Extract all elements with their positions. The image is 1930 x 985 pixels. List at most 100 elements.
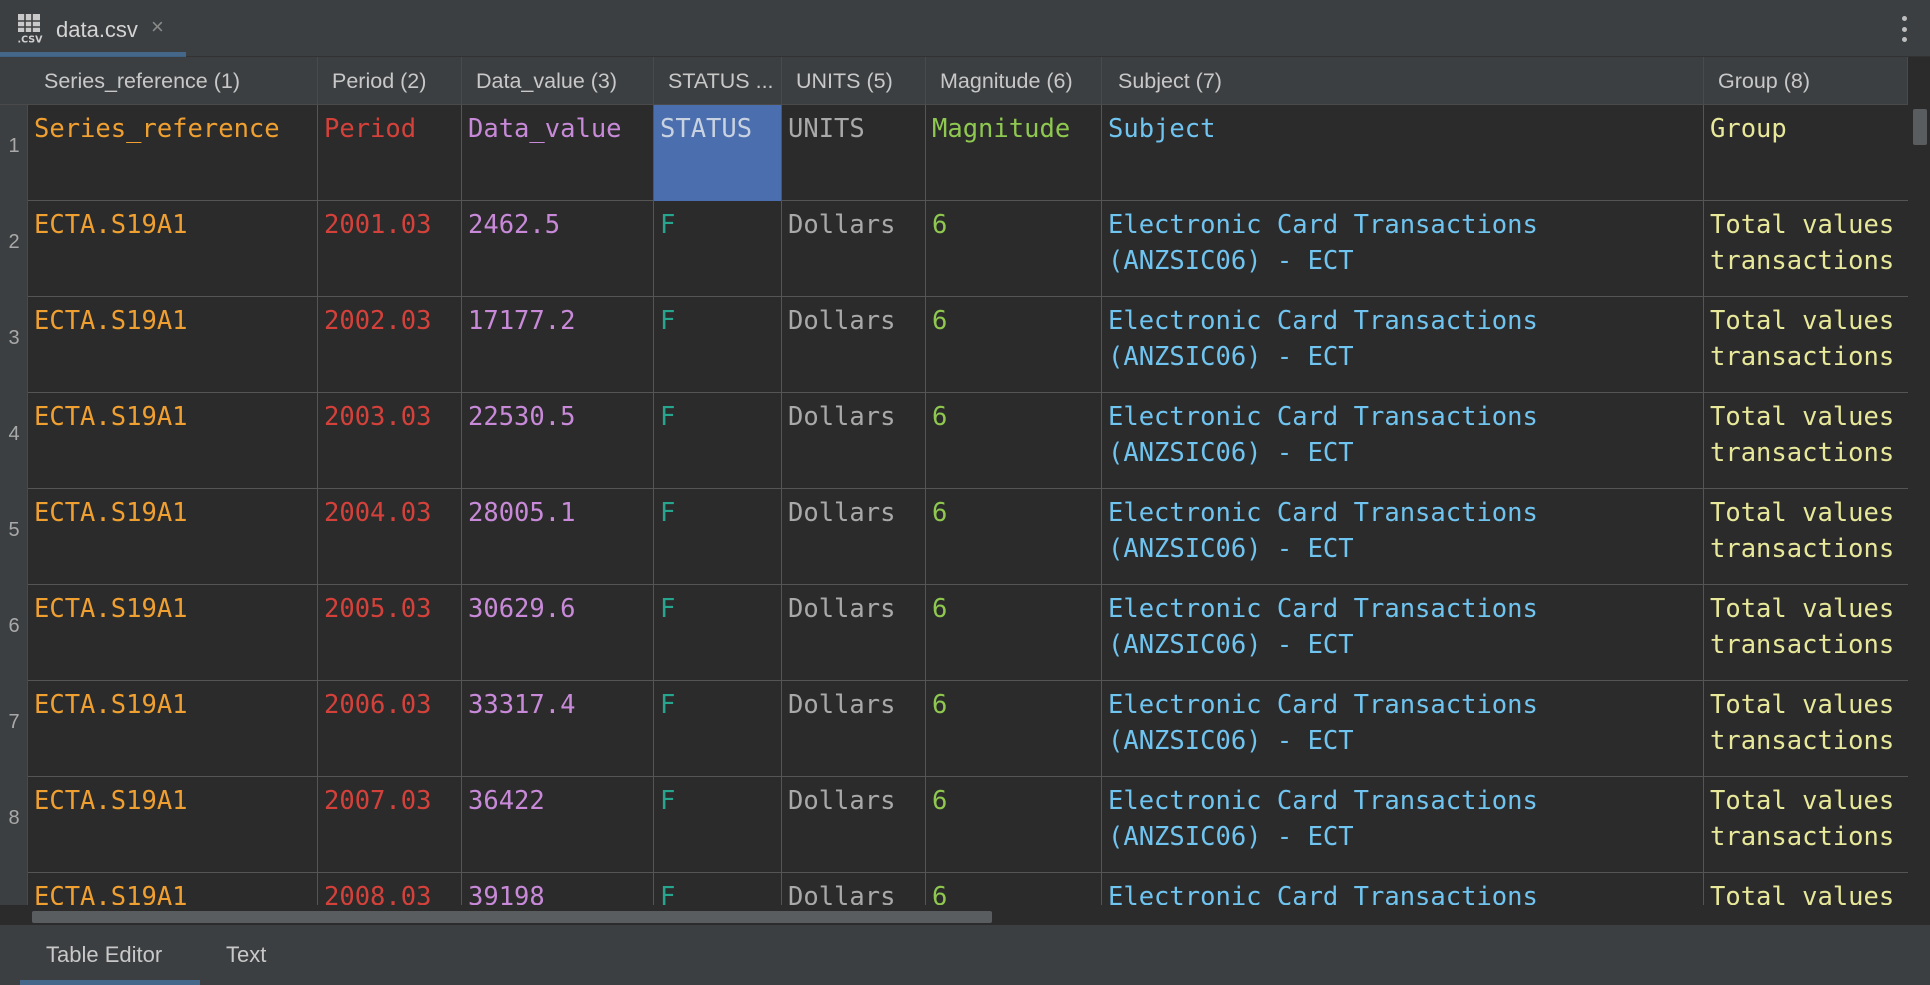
cell-subject[interactable]: Electronic Card Transactions (ANZSIC06) -… (1102, 585, 1704, 681)
cell-data-value[interactable]: 36422 (462, 777, 654, 873)
cell-status[interactable]: F (654, 393, 782, 489)
column-header-group[interactable]: Group (8) (1704, 57, 1908, 105)
cell-group[interactable]: Total values transactions (1704, 777, 1908, 873)
cell-magnitude[interactable]: 6 (926, 297, 1102, 393)
cell-period[interactable]: 2008.03 (318, 873, 462, 905)
cell-status[interactable]: F (654, 873, 782, 905)
cell-group[interactable]: Total values transactions (1704, 681, 1908, 777)
cell-series-reference[interactable]: ECTA.S19A1 (28, 393, 318, 489)
cell-series-reference[interactable]: ECTA.S19A1 (28, 585, 318, 681)
cell-status[interactable]: F (654, 297, 782, 393)
cell-data-value[interactable]: 22530.5 (462, 393, 654, 489)
row-number[interactable]: 6 (0, 615, 28, 638)
table-row[interactable]: ECTA.S19A1 2003.03 22530.5 F Dollars 6 E… (28, 393, 1908, 489)
column-header-status[interactable]: STATUS ... (654, 57, 782, 105)
cell-series-reference[interactable]: ECTA.S19A1 (28, 681, 318, 777)
table-row[interactable]: Series_reference Period Data_value STATU… (28, 105, 1908, 201)
cell-period[interactable]: 2005.03 (318, 585, 462, 681)
cell-subject[interactable]: Electronic Card Transactions (ANZSIC06) -… (1102, 681, 1704, 777)
row-number[interactable]: 8 (0, 807, 28, 830)
table-row[interactable]: ECTA.S19A1 2006.03 33317.4 F Dollars 6 E… (28, 681, 1908, 777)
cell-magnitude[interactable]: 6 (926, 489, 1102, 585)
vertical-scrollbar-thumb[interactable] (1913, 109, 1927, 145)
cell-units[interactable]: Dollars (782, 585, 926, 681)
cell-magnitude[interactable]: 6 (926, 681, 1102, 777)
cell-status[interactable]: F (654, 585, 782, 681)
cell-data-value[interactable]: Data_value (462, 105, 654, 201)
column-header-period[interactable]: Period (2) (318, 57, 462, 105)
cell-group[interactable]: Total values transactions (1704, 393, 1908, 489)
cell-series-reference[interactable]: ECTA.S19A1 (28, 201, 318, 297)
cell-subject[interactable]: Electronic Card Transactions (ANZSIC06) -… (1102, 393, 1704, 489)
column-header-magnitude[interactable]: Magnitude (6) (926, 57, 1102, 105)
cell-group[interactable]: Total values transactions (1704, 489, 1908, 585)
row-number[interactable]: 5 (0, 519, 28, 542)
table-row[interactable]: ECTA.S19A1 2001.03 2462.5 F Dollars 6 El… (28, 201, 1908, 297)
cell-data-value[interactable]: 33317.4 (462, 681, 654, 777)
cell-status[interactable]: F (654, 777, 782, 873)
cell-group[interactable]: Total values transactions (1704, 297, 1908, 393)
cell-data-value[interactable]: 2462.5 (462, 201, 654, 297)
cell-period[interactable]: 2002.03 (318, 297, 462, 393)
row-number[interactable]: 4 (0, 423, 28, 446)
cell-period[interactable]: 2003.03 (318, 393, 462, 489)
more-vertical-icon[interactable] (1900, 16, 1908, 42)
cell-data-value[interactable]: 17177.2 (462, 297, 654, 393)
column-header-units[interactable]: UNITS (5) (782, 57, 926, 105)
cell-series-reference[interactable]: ECTA.S19A1 (28, 873, 318, 905)
cell-magnitude[interactable]: 6 (926, 585, 1102, 681)
cell-units[interactable]: Dollars (782, 393, 926, 489)
cell-magnitude[interactable]: 6 (926, 873, 1102, 905)
cell-magnitude[interactable]: 6 (926, 393, 1102, 489)
horizontal-scrollbar-thumb[interactable] (32, 911, 992, 923)
cell-period[interactable]: Period (318, 105, 462, 201)
cell-period[interactable]: 2001.03 (318, 201, 462, 297)
vertical-scrollbar[interactable] (1908, 105, 1930, 905)
cell-units[interactable]: Dollars (782, 873, 926, 905)
cell-subject[interactable]: Electronic Card Transactions (1102, 873, 1704, 905)
cell-series-reference[interactable]: ECTA.S19A1 (28, 297, 318, 393)
file-tab[interactable]: .CSV data.csv × (0, 0, 186, 57)
cell-series-reference[interactable]: ECTA.S19A1 (28, 777, 318, 873)
table-row[interactable]: ECTA.S19A1 2005.03 30629.6 F Dollars 6 E… (28, 585, 1908, 681)
cell-status[interactable]: F (654, 681, 782, 777)
table-row[interactable]: ECTA.S19A1 2008.03 39198 F Dollars 6 Ele… (28, 873, 1908, 905)
cell-magnitude[interactable]: 6 (926, 201, 1102, 297)
cell-data-value[interactable]: 28005.1 (462, 489, 654, 585)
cell-data-value[interactable]: 30629.6 (462, 585, 654, 681)
cell-units[interactable]: Dollars (782, 681, 926, 777)
cell-subject[interactable]: Electronic Card Transactions (ANZSIC06) -… (1102, 489, 1704, 585)
cell-subject[interactable]: Electronic Card Transactions (ANZSIC06) -… (1102, 297, 1704, 393)
column-header-subject[interactable]: Subject (7) (1102, 57, 1704, 105)
cell-status[interactable]: F (654, 201, 782, 297)
tab-text[interactable]: Text (226, 925, 266, 985)
cell-units[interactable]: UNITS (782, 105, 926, 201)
row-number[interactable]: 7 (0, 711, 28, 734)
column-header-data-value[interactable]: Data_value (3) (462, 57, 654, 105)
cell-subject[interactable]: Subject (1102, 105, 1704, 201)
cell-data-value[interactable]: 39198 (462, 873, 654, 905)
table-row[interactable]: ECTA.S19A1 2004.03 28005.1 F Dollars 6 E… (28, 489, 1908, 585)
cell-magnitude[interactable]: Magnitude (926, 105, 1102, 201)
row-number[interactable]: 1 (0, 135, 28, 158)
column-header-series-reference[interactable]: Series_reference (1) (30, 57, 318, 105)
cell-period[interactable]: 2007.03 (318, 777, 462, 873)
cell-subject[interactable]: Electronic Card Transactions (ANZSIC06) -… (1102, 777, 1704, 873)
cell-group[interactable]: Total values (1704, 873, 1908, 905)
close-icon[interactable]: × (151, 14, 164, 40)
cell-magnitude[interactable]: 6 (926, 777, 1102, 873)
cell-units[interactable]: Dollars (782, 489, 926, 585)
row-number[interactable]: 2 (0, 231, 28, 254)
cell-units[interactable]: Dollars (782, 777, 926, 873)
cell-group[interactable]: Total values transactions (1704, 201, 1908, 297)
cell-group[interactable]: Total values transactions (1704, 585, 1908, 681)
row-number[interactable]: 3 (0, 327, 28, 350)
cell-series-reference[interactable]: ECTA.S19A1 (28, 489, 318, 585)
table-row[interactable]: ECTA.S19A1 2007.03 36422 F Dollars 6 Ele… (28, 777, 1908, 873)
cell-status[interactable]: F (654, 489, 782, 585)
cell-period[interactable]: 2004.03 (318, 489, 462, 585)
cell-units[interactable]: Dollars (782, 201, 926, 297)
cell-series-reference[interactable]: Series_reference (28, 105, 318, 201)
table-row[interactable]: ECTA.S19A1 2002.03 17177.2 F Dollars 6 E… (28, 297, 1908, 393)
tab-table-editor[interactable]: Table Editor (46, 925, 162, 985)
